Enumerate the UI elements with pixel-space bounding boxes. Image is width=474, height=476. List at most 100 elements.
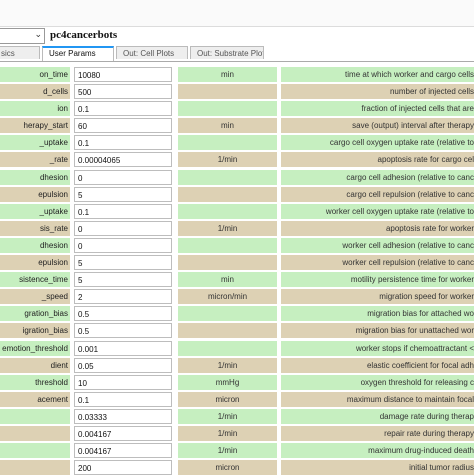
param-row: 200 micron initial tumor radius bbox=[0, 459, 474, 476]
param-description: migration bias for attached wo bbox=[281, 306, 474, 322]
param-unit: 1/min bbox=[178, 425, 277, 441]
param-description: fraction of injected cells that are bbox=[281, 101, 474, 117]
param-description: cargo cell adhesion (relative to canc bbox=[281, 169, 474, 185]
tab-user-params[interactable]: User Params bbox=[42, 46, 114, 61]
param-row: epulsion 5 worker cell repulsion (relative… bbox=[0, 254, 474, 271]
param-value-input[interactable]: 0.004167 bbox=[74, 443, 172, 459]
param-value-input[interactable]: 10 bbox=[74, 374, 172, 390]
param-description: cargo cell repulsion (relative to canc bbox=[281, 186, 474, 202]
param-unit: min bbox=[178, 118, 277, 134]
param-description: worker cell oxygen uptake rate (relative… bbox=[281, 203, 474, 219]
param-description: initial tumor radius bbox=[281, 460, 474, 476]
param-description: motility persistence time for worker bbox=[281, 272, 474, 288]
param-name: threshold bbox=[0, 374, 70, 390]
param-name: dhesion bbox=[0, 169, 70, 185]
param-description: maximum drug-induced death bbox=[281, 443, 474, 459]
param-description: worker stops if chemoattractant < bbox=[281, 340, 474, 356]
param-value-input[interactable]: 0.1 bbox=[74, 101, 172, 117]
param-row: 0.004167 1/min maximum drug-induced death bbox=[0, 442, 474, 459]
param-name: _rate bbox=[0, 152, 70, 168]
param-description: worker cell adhesion (relative to canc bbox=[281, 237, 474, 253]
param-row: epulsion 5 cargo cell repulsion (relative … bbox=[0, 186, 474, 203]
param-description: maximum distance to maintain focal bbox=[281, 391, 474, 407]
param-value-input[interactable]: 0.5 bbox=[74, 306, 172, 322]
param-value-input[interactable]: 0 bbox=[74, 237, 172, 253]
param-name bbox=[0, 460, 70, 476]
param-name: acement bbox=[0, 391, 70, 407]
param-name: dhesion bbox=[0, 237, 70, 253]
param-value-input[interactable]: 0.004167 bbox=[74, 425, 172, 441]
param-value-input[interactable]: 500 bbox=[74, 84, 172, 100]
param-description: repair rate during therapy bbox=[281, 425, 474, 441]
param-unit bbox=[178, 237, 277, 253]
param-name: sis_rate bbox=[0, 220, 70, 236]
param-value-input[interactable]: 200 bbox=[74, 460, 172, 476]
param-name: _uptake bbox=[0, 203, 70, 219]
param-description: number of injected cells bbox=[281, 84, 474, 100]
param-unit: 1/min bbox=[178, 220, 277, 236]
param-unit bbox=[178, 306, 277, 322]
tab-substrate-plots[interactable]: Out: Substrate Plots bbox=[190, 46, 264, 59]
param-name: dient bbox=[0, 357, 70, 373]
param-value-input[interactable]: 0.001 bbox=[74, 340, 172, 356]
param-unit bbox=[178, 169, 277, 185]
model-select[interactable]: ⌄ bbox=[0, 28, 45, 44]
param-row: 0.004167 1/min repair rate during therapy bbox=[0, 425, 474, 442]
param-value-input[interactable]: 0.5 bbox=[74, 323, 172, 339]
param-name: epulsion bbox=[0, 186, 70, 202]
param-unit bbox=[178, 323, 277, 339]
param-unit: 1/min bbox=[178, 152, 277, 168]
param-row: _speed 2 micron/min migration speed for wor… bbox=[0, 288, 474, 305]
param-name: gration_bias bbox=[0, 306, 70, 322]
param-row: ion 0.1 fraction of injected cells that ar… bbox=[0, 100, 474, 117]
param-row: dhesion 0 worker cell adhesion (relative t… bbox=[0, 237, 474, 254]
param-value-input[interactable]: 0.1 bbox=[74, 203, 172, 219]
param-value-input[interactable]: 10080 bbox=[74, 67, 172, 82]
param-value-input[interactable]: 5 bbox=[74, 272, 172, 288]
param-unit: mmHg bbox=[178, 374, 277, 390]
param-name bbox=[0, 408, 70, 424]
param-value-input[interactable]: 0.1 bbox=[74, 391, 172, 407]
param-row: dhesion 0 cargo cell adhesion (relative to… bbox=[0, 169, 474, 186]
param-row: dient 0.05 1/min elastic coefficient for fo… bbox=[0, 357, 474, 374]
top-bar bbox=[0, 0, 474, 27]
tab-cell-plots[interactable]: Out: Cell Plots bbox=[116, 46, 188, 59]
param-value-input[interactable]: 5 bbox=[74, 255, 172, 271]
tab-bar: sics User Params Out: Cell Plots Out: Su… bbox=[0, 46, 474, 62]
param-row: d_cells 500 number of injected cells bbox=[0, 83, 474, 100]
param-row: _uptake 0.1 worker cell oxygen uptake rate… bbox=[0, 203, 474, 220]
param-name bbox=[0, 425, 70, 441]
param-name: on_time bbox=[0, 67, 70, 82]
param-name bbox=[0, 443, 70, 459]
param-value-input[interactable]: 0.05 bbox=[74, 357, 172, 373]
param-name: d_cells bbox=[0, 84, 70, 100]
param-name: ion bbox=[0, 101, 70, 117]
param-name: emotion_threshold bbox=[0, 340, 70, 356]
param-value-input[interactable]: 2 bbox=[74, 289, 172, 305]
param-value-input[interactable]: 0 bbox=[74, 220, 172, 236]
param-name: epulsion bbox=[0, 255, 70, 271]
chevron-down-icon: ⌄ bbox=[34, 30, 42, 40]
param-row: _rate 0.00004065 1/min apoptosis rate for c… bbox=[0, 151, 474, 168]
param-unit bbox=[178, 101, 277, 117]
param-value-input[interactable]: 5 bbox=[74, 186, 172, 202]
model-name: pc4cancerbots bbox=[50, 29, 118, 41]
param-description: apoptosis rate for worker bbox=[281, 220, 474, 236]
param-row: acement 0.1 micron maximum distance to main… bbox=[0, 391, 474, 408]
param-value-input[interactable]: 0.00004065 bbox=[74, 152, 172, 168]
param-value-input[interactable]: 0 bbox=[74, 169, 172, 185]
param-unit: micron bbox=[178, 391, 277, 407]
param-unit: micron/min bbox=[178, 289, 277, 305]
params-table: on_time 10080 min time at which worker and … bbox=[0, 66, 474, 476]
param-name: sistence_time bbox=[0, 272, 70, 288]
tab-basics[interactable]: sics bbox=[0, 46, 40, 59]
param-description: save (output) interval after therapy bbox=[281, 118, 474, 134]
param-row: on_time 10080 min time at which worker and … bbox=[0, 66, 474, 83]
param-unit bbox=[178, 135, 277, 151]
param-value-input[interactable]: 0.03333 bbox=[74, 408, 172, 424]
param-value-input[interactable]: 60 bbox=[74, 118, 172, 134]
param-description: damage rate during therap bbox=[281, 408, 474, 424]
param-description: worker cell repulsion (relative to canc bbox=[281, 255, 474, 271]
param-value-input[interactable]: 0.1 bbox=[74, 135, 172, 151]
param-unit: 1/min bbox=[178, 357, 277, 373]
